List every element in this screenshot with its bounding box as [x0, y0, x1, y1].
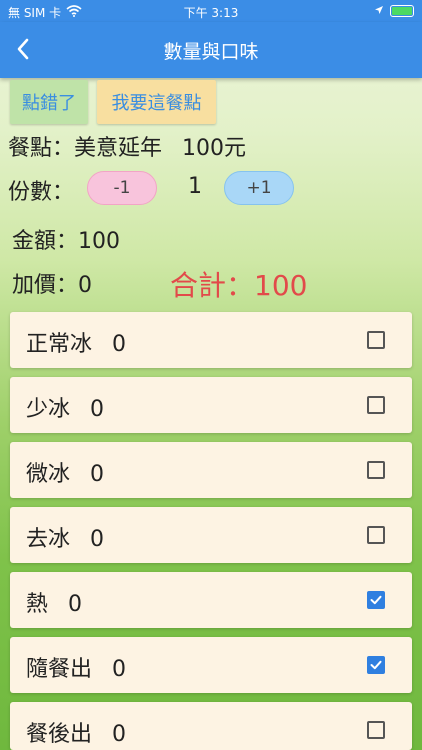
- wrong-order-button[interactable]: 點錯了: [10, 80, 88, 124]
- status-bar: 無 SIM 卡 下午 3:13: [0, 0, 422, 22]
- option-name: 正常冰: [26, 332, 93, 357]
- option-row[interactable]: 少冰 0: [10, 377, 412, 433]
- surcharge-value: 0: [78, 273, 93, 298]
- status-right: [374, 4, 414, 18]
- option-row[interactable]: 熱0: [10, 572, 412, 628]
- qty-label: 份數：: [8, 180, 75, 205]
- option-checkbox[interactable]: [367, 656, 385, 674]
- option-checkbox[interactable]: [367, 721, 385, 739]
- option-name: 微冰: [26, 462, 71, 487]
- battery-icon: [390, 5, 414, 17]
- plus-one-button[interactable]: +1: [224, 171, 294, 205]
- option-name: 熱: [26, 592, 49, 617]
- option-name: 隨餐出: [26, 657, 93, 682]
- option-name: 去冰: [26, 527, 71, 552]
- checkmark-icon: [370, 660, 382, 670]
- option-row[interactable]: 正常冰 0: [10, 312, 412, 368]
- surcharge-label: 加價：: [12, 273, 79, 298]
- total-row: 合計：100: [170, 264, 307, 304]
- option-checkbox[interactable]: [367, 461, 385, 479]
- option-row[interactable]: 去冰 0: [10, 507, 412, 563]
- total-value: 100: [254, 269, 308, 302]
- meal-row: 餐點：美意延年 100元: [8, 130, 246, 162]
- option-checkbox[interactable]: [367, 396, 385, 414]
- checkmark-icon: [370, 595, 382, 605]
- amount-label: 金額：: [12, 229, 79, 254]
- option-checkbox[interactable]: [367, 591, 385, 609]
- option-count: 0: [90, 527, 105, 552]
- status-time: 下午 3:13: [183, 6, 239, 20]
- option-count: 0: [68, 592, 83, 617]
- option-count: 0: [112, 332, 127, 357]
- option-count: 0: [90, 397, 105, 422]
- meal-name: 美意延年: [74, 136, 163, 161]
- location-icon: [374, 4, 384, 18]
- option-name: 少冰: [26, 397, 71, 422]
- nav-bar: 數量與口味: [0, 22, 422, 78]
- minus-one-button[interactable]: -1: [87, 171, 157, 205]
- qty-value: 1: [188, 174, 202, 199]
- meal-label: 餐點：: [8, 136, 75, 161]
- amount-row: 金額：100: [12, 223, 120, 255]
- option-row[interactable]: 餐後出 0: [10, 702, 412, 750]
- surcharge-row: 加價：0: [12, 267, 92, 299]
- meal-price: 100元: [182, 136, 247, 161]
- confirm-order-button[interactable]: 我要這餐點: [97, 80, 216, 124]
- page-title: 數量與口味: [163, 41, 259, 63]
- option-row[interactable]: 微冰 0: [10, 442, 412, 498]
- option-checkbox[interactable]: [367, 526, 385, 544]
- option-name: 餐後出: [26, 722, 93, 747]
- option-count: 0: [112, 657, 127, 682]
- option-count: 0: [112, 722, 127, 747]
- amount-value: 100: [78, 229, 121, 254]
- total-label: 合計：: [170, 269, 255, 302]
- option-checkbox[interactable]: [367, 331, 385, 349]
- option-count: 0: [90, 462, 105, 487]
- option-row[interactable]: 隨餐出 0: [10, 637, 412, 693]
